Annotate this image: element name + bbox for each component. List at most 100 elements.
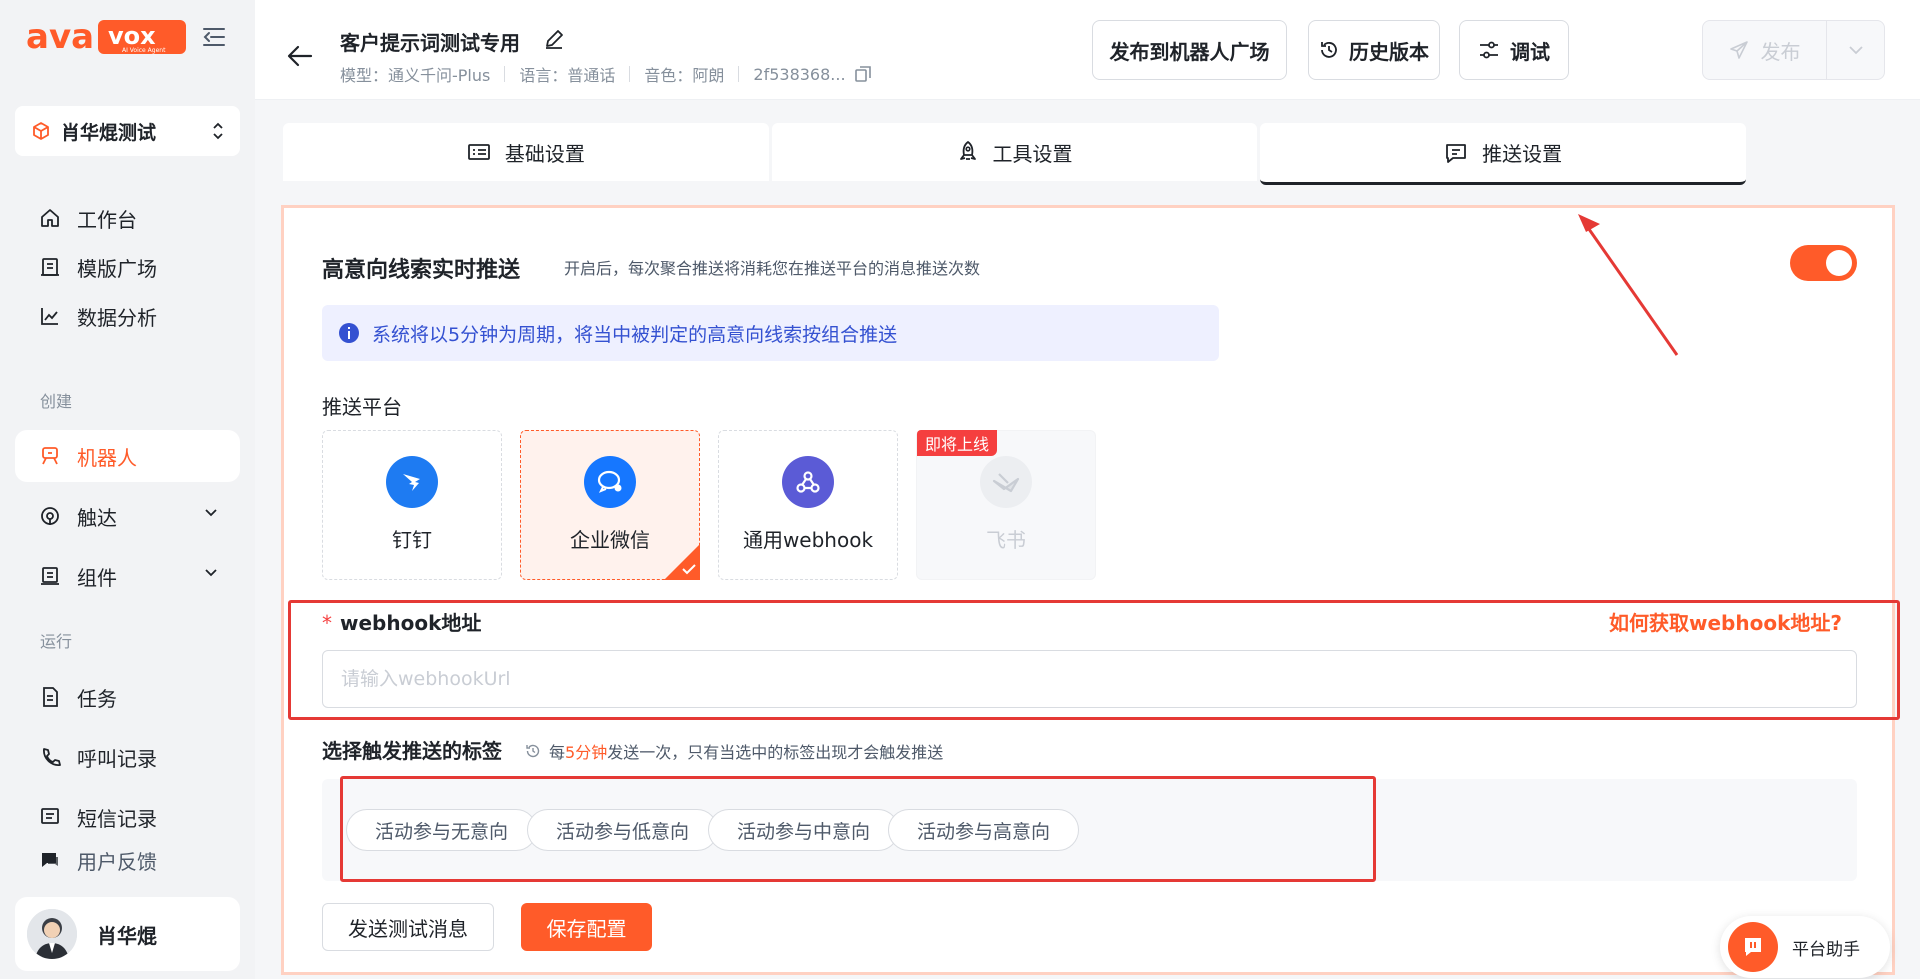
webhook-icon [782, 456, 834, 508]
button-label: 发布到机器人广场 [1109, 39, 1270, 64]
back-arrow-icon[interactable] [287, 44, 313, 68]
assistant-chat-icon [1728, 922, 1778, 972]
platform-name: 通用webhook [742, 528, 874, 552]
section-label-create: 创建 [40, 392, 73, 411]
sliders-icon [1478, 40, 1500, 60]
home-icon [39, 207, 61, 229]
publish-to-square-button[interactable]: 发布到机器人广场 [1092, 20, 1287, 80]
trigger-tags-hint: 每 5分钟 发送一次，只有当选中的标签出现才会触发推送 [525, 739, 943, 763]
sidebar-item-label: 任务 [77, 686, 117, 711]
platform-name: 企业微信 [570, 528, 650, 552]
svg-text:vox: vox [108, 22, 156, 50]
meta-voice: 音色：阿朗 [644, 66, 725, 85]
webhook-url-input[interactable] [322, 650, 1857, 708]
save-config-button[interactable]: 保存配置 [521, 903, 652, 951]
button-label: 调试 [1510, 39, 1550, 64]
publish-button[interactable]: 发布 [1703, 21, 1826, 79]
settings-tabs: 基础设置 工具设置 推送设置 [283, 123, 1747, 185]
user-card[interactable]: 肖华焜 [15, 897, 240, 971]
rocket-icon [957, 140, 979, 164]
sidebar-item-workbench[interactable]: 工作台 [15, 192, 240, 244]
tab-push-settings[interactable]: 推送设置 [1260, 123, 1747, 185]
sidebar: ava vox AI Voice Agent 肖华焜测试 工作台 模版广场 数据… [0, 0, 255, 979]
coming-soon-badge: 即将上线 [917, 430, 998, 456]
copy-icon[interactable] [854, 65, 872, 83]
meta-model: 模型：通义千问-Plus [340, 66, 491, 85]
sidebar-item-label: 工作台 [77, 207, 137, 232]
tab-label: 推送设置 [1482, 142, 1563, 166]
debug-button[interactable]: 调试 [1459, 20, 1569, 80]
tag-chip[interactable]: 活动参与中意向 [708, 809, 899, 851]
send-test-message-button[interactable]: 发送测试消息 [322, 903, 494, 951]
sidebar-item-templates[interactable]: 模版广场 [15, 241, 240, 293]
platform-wecom[interactable]: 企业微信 [520, 430, 700, 580]
trigger-tags-label: 选择触发推送的标签 [322, 739, 502, 763]
push-settings-panel: 高意向线索实时推送 开启后，每次聚合推送将消耗您在推送平台的消息推送次数 系统将… [281, 205, 1895, 975]
platform-dingtalk[interactable]: 钉钉 [322, 430, 502, 580]
chevron-down-icon [1848, 45, 1864, 55]
push-enable-toggle[interactable] [1790, 245, 1857, 281]
info-alert: 系统将以5分钟为周期，将当中被判定的高意向线索按组合推送 [322, 305, 1219, 361]
divider [504, 66, 506, 82]
brand-logo[interactable]: ava vox AI Voice Agent [26, 18, 188, 56]
platform-label: 推送平台 [322, 395, 402, 419]
info-icon [338, 322, 360, 344]
section-title: 高意向线索实时推送 [322, 258, 521, 283]
wecom-icon [584, 456, 636, 508]
edit-pencil-icon[interactable] [543, 28, 565, 50]
sidebar-item-label: 数据分析 [77, 305, 157, 330]
platform-name: 飞书 [986, 528, 1026, 552]
robot-meta: 模型：通义千问-Plus 语言：普通话 音色：阿朗 2f538368... [340, 62, 872, 86]
tag-chip[interactable]: 活动参与高意向 [888, 809, 1079, 851]
meta-language: 语言：普通话 [519, 66, 616, 85]
reach-icon [39, 505, 61, 527]
meta-robot-id: 2f538368... [753, 64, 846, 84]
publish-dropdown-toggle[interactable] [1827, 45, 1884, 55]
sidebar-item-label: 呼叫记录 [77, 746, 157, 771]
history-clock-icon [1319, 40, 1339, 60]
button-label: 历史版本 [1349, 39, 1429, 64]
sidebar-item-feedback[interactable]: 用户反馈 [15, 834, 240, 886]
tab-label: 基础设置 [504, 141, 585, 166]
sidebar-item-label: 机器人 [77, 445, 137, 470]
divider [629, 66, 631, 82]
tab-tool-settings[interactable]: 工具设置 [771, 123, 1258, 181]
tag-chip[interactable]: 活动参与无意向 [346, 809, 537, 851]
sms-icon [39, 806, 61, 828]
platform-name: 钉钉 [392, 528, 432, 552]
info-text: 系统将以5分钟为周期，将当中被判定的高意向线索按组合推送 [372, 323, 898, 346]
sidebar-item-tasks[interactable]: 任务 [15, 671, 240, 723]
svg-text:ava: ava [26, 18, 94, 56]
platform-webhook[interactable]: 通用webhook [718, 430, 898, 580]
platform-feishu: 即将上线 飞书 [916, 430, 1096, 580]
collapse-sidebar-icon[interactable] [202, 26, 226, 48]
sidebar-item-call-records[interactable]: 呼叫记录 [15, 731, 240, 783]
user-name: 肖华焜 [97, 923, 157, 948]
label-text: webhook地址 [340, 611, 482, 635]
dingtalk-icon [386, 456, 438, 508]
robot-icon [39, 445, 61, 467]
feedback-icon [39, 849, 61, 871]
tag-chip[interactable]: 活动参与低意向 [527, 809, 718, 851]
sidebar-item-robot[interactable]: 机器人 [15, 430, 240, 482]
webhook-help-link[interactable]: 如何获取webhook地址? [1609, 607, 1842, 636]
publish-split-button: 发布 [1702, 20, 1885, 80]
sidebar-item-label: 组件 [77, 565, 117, 590]
sidebar-item-components[interactable]: 组件 [15, 550, 240, 602]
task-icon [39, 686, 61, 708]
tab-basic-settings[interactable]: 基础设置 [283, 123, 769, 181]
send-plane-icon [1729, 40, 1749, 60]
template-icon [39, 256, 61, 278]
cube-icon [31, 121, 51, 141]
message-square-icon [1444, 142, 1468, 164]
chevron-down-icon [204, 508, 218, 518]
sidebar-item-reach[interactable]: 触达 [15, 490, 240, 542]
sidebar-item-analytics[interactable]: 数据分析 [15, 290, 240, 342]
workspace-switcher[interactable]: 肖华焜测试 [15, 106, 240, 156]
platform-assistant-button[interactable]: 平台助手 [1720, 916, 1890, 978]
chevron-down-icon [204, 568, 218, 578]
history-versions-button[interactable]: 历史版本 [1308, 20, 1440, 80]
sort-chevron-icon [212, 122, 224, 140]
tag-selector: 活动参与无意向 活动参与低意向 活动参与中意向 活动参与高意向 [322, 779, 1857, 881]
svg-text:AI Voice Agent: AI Voice Agent [122, 47, 166, 54]
